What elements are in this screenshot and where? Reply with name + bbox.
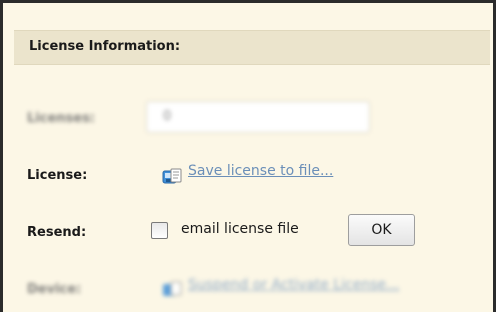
section-header: License Information:: [14, 30, 490, 65]
email-license-checkbox-label[interactable]: email license file: [181, 221, 299, 237]
license-information-panel: License Information: Licenses: 0 License…: [0, 0, 496, 312]
device-icon[interactable]: [162, 281, 182, 299]
section-title: License Information:: [29, 39, 181, 54]
licenses-label: Licenses:: [27, 111, 96, 126]
licenses-value: 0: [163, 109, 172, 124]
licenses-input[interactable]: 0: [146, 101, 370, 133]
save-file-icon[interactable]: [162, 168, 182, 186]
device-label: Device:: [27, 282, 82, 297]
resend-label: Resend:: [27, 225, 87, 240]
device-license-link[interactable]: Suspend or Activate License...: [188, 277, 400, 293]
license-label: License:: [27, 168, 88, 183]
save-license-link[interactable]: Save license to file...: [188, 163, 333, 179]
email-license-checkbox[interactable]: [151, 222, 168, 239]
ok-button[interactable]: OK: [348, 214, 415, 246]
